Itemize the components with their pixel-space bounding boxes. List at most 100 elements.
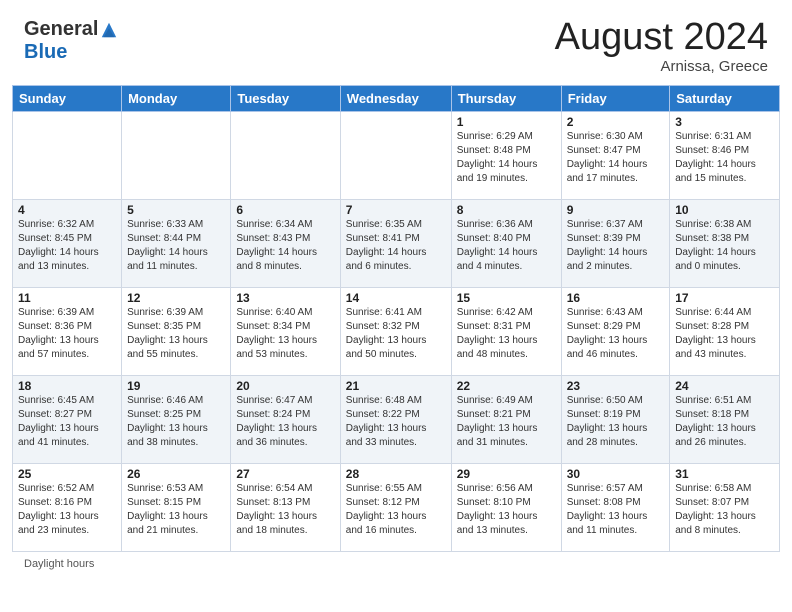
day-info: Sunrise: 6:39 AMSunset: 8:35 PMDaylight:…: [127, 306, 225, 362]
day-number: 17: [675, 291, 774, 305]
day-info: Sunrise: 6:49 AMSunset: 8:21 PMDaylight:…: [457, 394, 556, 450]
calendar-cell: 22Sunrise: 6:49 AMSunset: 8:21 PMDayligh…: [451, 376, 561, 464]
day-number: 30: [567, 467, 665, 481]
day-number: 27: [236, 467, 334, 481]
day-info: Sunrise: 6:30 AMSunset: 8:47 PMDaylight:…: [567, 130, 665, 186]
day-info: Sunrise: 6:51 AMSunset: 8:18 PMDaylight:…: [675, 394, 774, 450]
day-info: Sunrise: 6:29 AMSunset: 8:48 PMDaylight:…: [457, 130, 556, 186]
calendar-cell: 6Sunrise: 6:34 AMSunset: 8:43 PMDaylight…: [231, 200, 340, 288]
footer: Daylight hours: [0, 552, 792, 576]
day-number: 11: [18, 291, 116, 305]
col-tuesday: Tuesday: [231, 86, 340, 112]
day-number: 24: [675, 379, 774, 393]
col-monday: Monday: [122, 86, 231, 112]
calendar-cell: 18Sunrise: 6:45 AMSunset: 8:27 PMDayligh…: [13, 376, 122, 464]
day-info: Sunrise: 6:34 AMSunset: 8:43 PMDaylight:…: [236, 218, 334, 274]
day-info: Sunrise: 6:31 AMSunset: 8:46 PMDaylight:…: [675, 130, 774, 186]
calendar-week-5: 25Sunrise: 6:52 AMSunset: 8:16 PMDayligh…: [13, 464, 780, 552]
calendar-week-4: 18Sunrise: 6:45 AMSunset: 8:27 PMDayligh…: [13, 376, 780, 464]
col-wednesday: Wednesday: [340, 86, 451, 112]
calendar-cell: 25Sunrise: 6:52 AMSunset: 8:16 PMDayligh…: [13, 464, 122, 552]
calendar-cell: 9Sunrise: 6:37 AMSunset: 8:39 PMDaylight…: [561, 200, 670, 288]
calendar-cell: 28Sunrise: 6:55 AMSunset: 8:12 PMDayligh…: [340, 464, 451, 552]
day-info: Sunrise: 6:40 AMSunset: 8:34 PMDaylight:…: [236, 306, 334, 362]
day-info: Sunrise: 6:33 AMSunset: 8:44 PMDaylight:…: [127, 218, 225, 274]
logo-icon: [100, 21, 118, 39]
day-number: 25: [18, 467, 116, 481]
day-number: 26: [127, 467, 225, 481]
calendar-cell: 16Sunrise: 6:43 AMSunset: 8:29 PMDayligh…: [561, 288, 670, 376]
day-info: Sunrise: 6:45 AMSunset: 8:27 PMDaylight:…: [18, 394, 116, 450]
calendar-cell: [231, 112, 340, 200]
day-info: Sunrise: 6:54 AMSunset: 8:13 PMDaylight:…: [236, 482, 334, 538]
calendar-table: Sunday Monday Tuesday Wednesday Thursday…: [12, 85, 780, 552]
calendar-cell: 2Sunrise: 6:30 AMSunset: 8:47 PMDaylight…: [561, 112, 670, 200]
day-info: Sunrise: 6:50 AMSunset: 8:19 PMDaylight:…: [567, 394, 665, 450]
calendar-cell: 4Sunrise: 6:32 AMSunset: 8:45 PMDaylight…: [13, 200, 122, 288]
calendar-cell: [122, 112, 231, 200]
header: General Blue August 2024 Arnissa, Greece: [0, 0, 792, 85]
calendar-cell: 17Sunrise: 6:44 AMSunset: 8:28 PMDayligh…: [670, 288, 780, 376]
day-info: Sunrise: 6:47 AMSunset: 8:24 PMDaylight:…: [236, 394, 334, 450]
title-block: August 2024 Arnissa, Greece: [555, 18, 768, 75]
day-number: 10: [675, 203, 774, 217]
day-info: Sunrise: 6:58 AMSunset: 8:07 PMDaylight:…: [675, 482, 774, 538]
col-sunday: Sunday: [13, 86, 122, 112]
day-info: Sunrise: 6:35 AMSunset: 8:41 PMDaylight:…: [346, 218, 446, 274]
day-number: 31: [675, 467, 774, 481]
day-info: Sunrise: 6:48 AMSunset: 8:22 PMDaylight:…: [346, 394, 446, 450]
calendar-cell: 27Sunrise: 6:54 AMSunset: 8:13 PMDayligh…: [231, 464, 340, 552]
day-number: 16: [567, 291, 665, 305]
calendar-wrapper: Sunday Monday Tuesday Wednesday Thursday…: [0, 85, 792, 552]
day-info: Sunrise: 6:56 AMSunset: 8:10 PMDaylight:…: [457, 482, 556, 538]
day-number: 12: [127, 291, 225, 305]
calendar-cell: 12Sunrise: 6:39 AMSunset: 8:35 PMDayligh…: [122, 288, 231, 376]
calendar-cell: 20Sunrise: 6:47 AMSunset: 8:24 PMDayligh…: [231, 376, 340, 464]
day-info: Sunrise: 6:55 AMSunset: 8:12 PMDaylight:…: [346, 482, 446, 538]
day-number: 15: [457, 291, 556, 305]
day-number: 7: [346, 203, 446, 217]
day-info: Sunrise: 6:43 AMSunset: 8:29 PMDaylight:…: [567, 306, 665, 362]
calendar-cell: 15Sunrise: 6:42 AMSunset: 8:31 PMDayligh…: [451, 288, 561, 376]
day-info: Sunrise: 6:57 AMSunset: 8:08 PMDaylight:…: [567, 482, 665, 538]
col-saturday: Saturday: [670, 86, 780, 112]
day-number: 2: [567, 115, 665, 129]
page-container: General Blue August 2024 Arnissa, Greece…: [0, 0, 792, 576]
day-info: Sunrise: 6:46 AMSunset: 8:25 PMDaylight:…: [127, 394, 225, 450]
day-info: Sunrise: 6:52 AMSunset: 8:16 PMDaylight:…: [18, 482, 116, 538]
calendar-cell: 29Sunrise: 6:56 AMSunset: 8:10 PMDayligh…: [451, 464, 561, 552]
day-number: 13: [236, 291, 334, 305]
month-year-title: August 2024: [555, 18, 768, 56]
calendar-cell: 13Sunrise: 6:40 AMSunset: 8:34 PMDayligh…: [231, 288, 340, 376]
calendar-header-row: Sunday Monday Tuesday Wednesday Thursday…: [13, 86, 780, 112]
col-friday: Friday: [561, 86, 670, 112]
col-thursday: Thursday: [451, 86, 561, 112]
calendar-cell: 14Sunrise: 6:41 AMSunset: 8:32 PMDayligh…: [340, 288, 451, 376]
day-info: Sunrise: 6:41 AMSunset: 8:32 PMDaylight:…: [346, 306, 446, 362]
calendar-cell: 8Sunrise: 6:36 AMSunset: 8:40 PMDaylight…: [451, 200, 561, 288]
calendar-cell: 23Sunrise: 6:50 AMSunset: 8:19 PMDayligh…: [561, 376, 670, 464]
day-number: 8: [457, 203, 556, 217]
day-number: 29: [457, 467, 556, 481]
calendar-week-1: 1Sunrise: 6:29 AMSunset: 8:48 PMDaylight…: [13, 112, 780, 200]
day-info: Sunrise: 6:38 AMSunset: 8:38 PMDaylight:…: [675, 218, 774, 274]
day-info: Sunrise: 6:37 AMSunset: 8:39 PMDaylight:…: [567, 218, 665, 274]
daylight-hours-label: Daylight hours: [24, 558, 94, 570]
calendar-cell: 7Sunrise: 6:35 AMSunset: 8:41 PMDaylight…: [340, 200, 451, 288]
day-info: Sunrise: 6:32 AMSunset: 8:45 PMDaylight:…: [18, 218, 116, 274]
day-number: 20: [236, 379, 334, 393]
calendar-cell: 1Sunrise: 6:29 AMSunset: 8:48 PMDaylight…: [451, 112, 561, 200]
day-info: Sunrise: 6:53 AMSunset: 8:15 PMDaylight:…: [127, 482, 225, 538]
logo: General Blue: [24, 18, 118, 64]
logo-general-text: General: [24, 18, 98, 41]
day-number: 14: [346, 291, 446, 305]
calendar-cell: 26Sunrise: 6:53 AMSunset: 8:15 PMDayligh…: [122, 464, 231, 552]
day-info: Sunrise: 6:42 AMSunset: 8:31 PMDaylight:…: [457, 306, 556, 362]
day-number: 9: [567, 203, 665, 217]
logo-blue-text: Blue: [24, 41, 67, 63]
day-number: 21: [346, 379, 446, 393]
calendar-cell: [340, 112, 451, 200]
day-number: 5: [127, 203, 225, 217]
day-number: 6: [236, 203, 334, 217]
day-number: 28: [346, 467, 446, 481]
